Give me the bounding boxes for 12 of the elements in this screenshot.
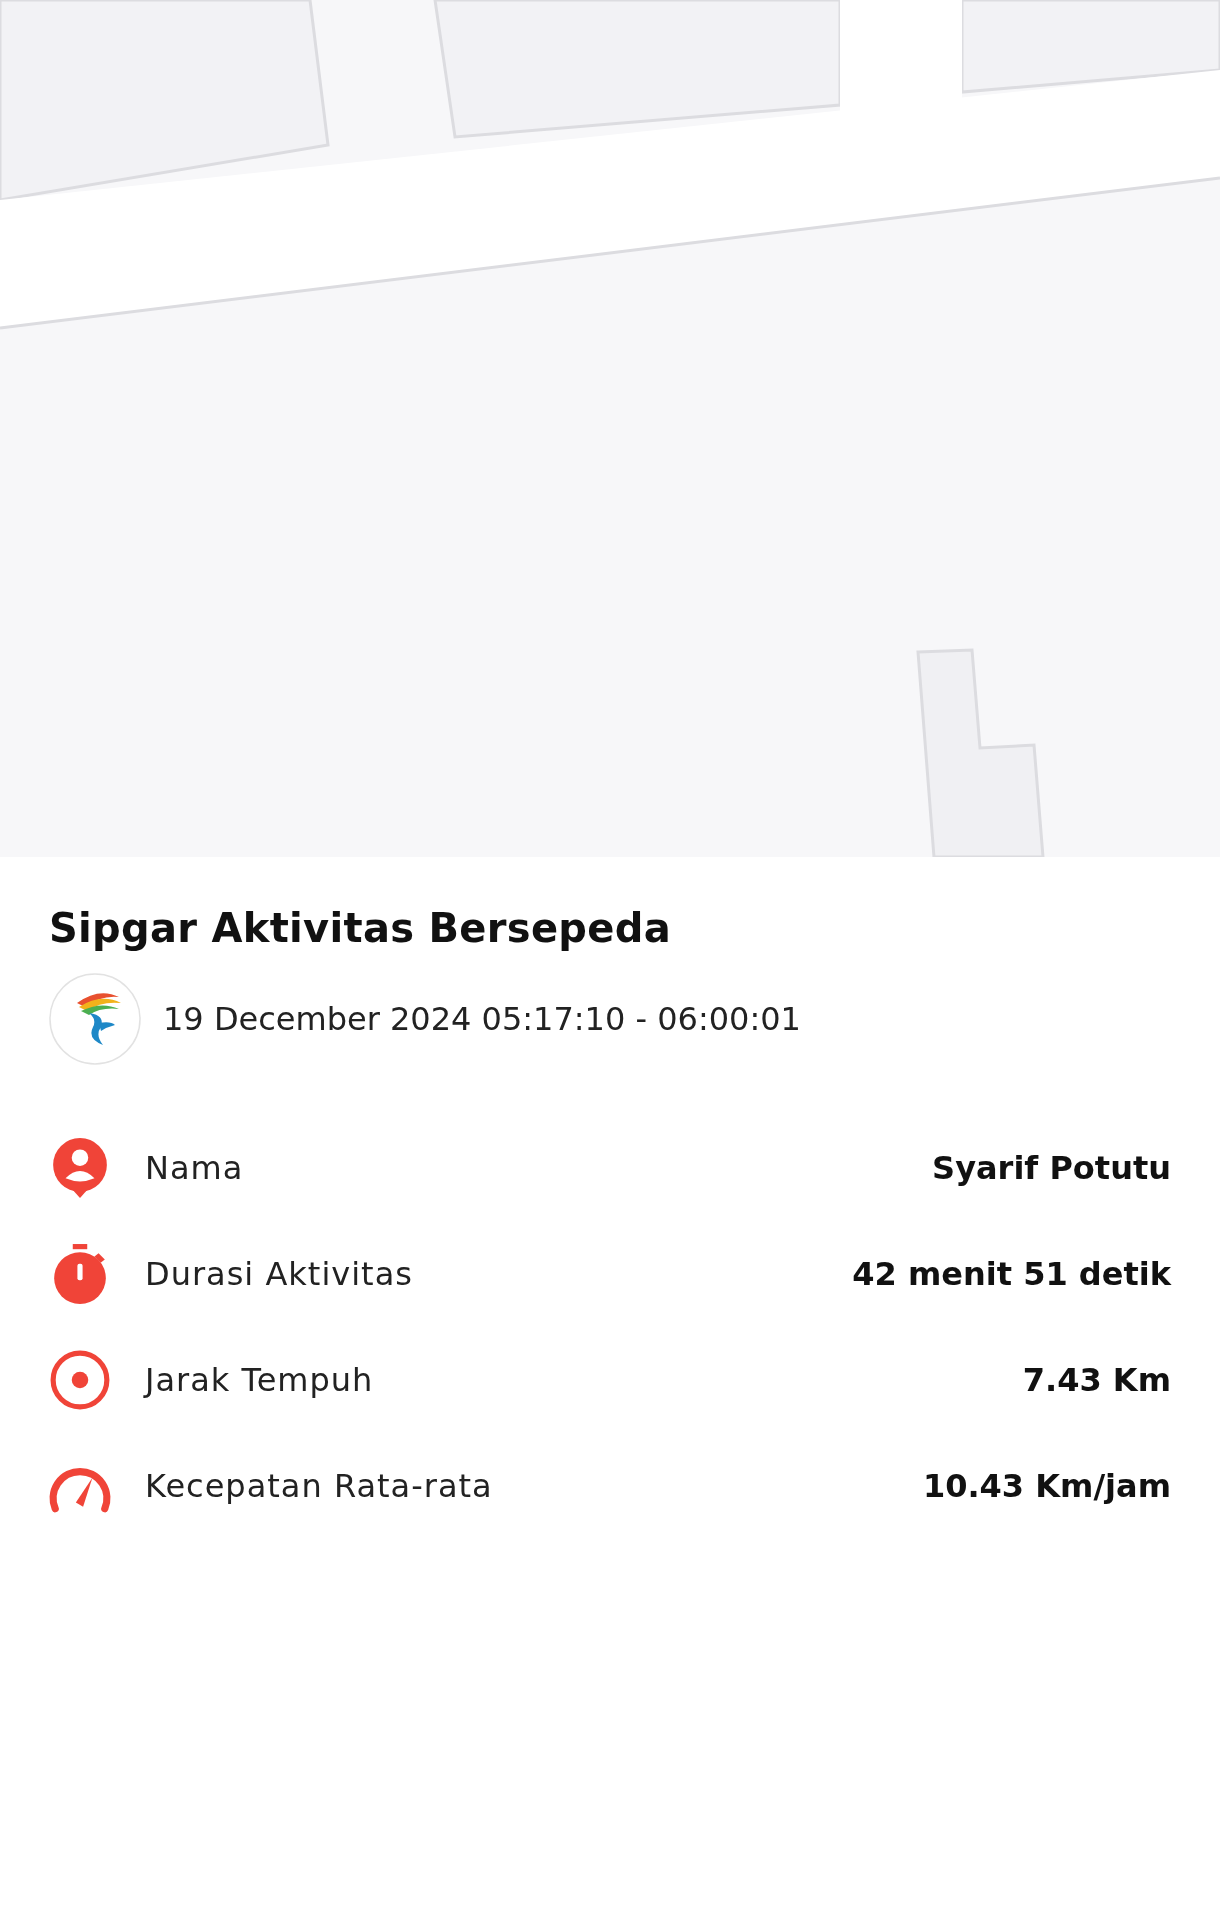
stat-label: Kecepatan Rata-rata [145,1467,494,1505]
stat-value: 7.43 Km [1022,1361,1171,1399]
stat-label: Jarak Tempuh [145,1361,375,1399]
target-icon [49,1349,111,1411]
date-range: 19 December 2024 05:17:10 - 06:00:01 [163,1000,801,1038]
app-logo-icon [49,973,141,1065]
stat-label: Durasi Aktivitas [145,1255,414,1293]
stat-value: 10.43 Km/jam [922,1467,1171,1505]
stat-value: 42 menit 51 detik [852,1255,1171,1293]
stat-value: Syarif Potutu [932,1149,1171,1187]
stat-label: Nama [145,1149,245,1187]
activity-title: Sipgar Aktivitas Bersepeda [49,905,672,951]
